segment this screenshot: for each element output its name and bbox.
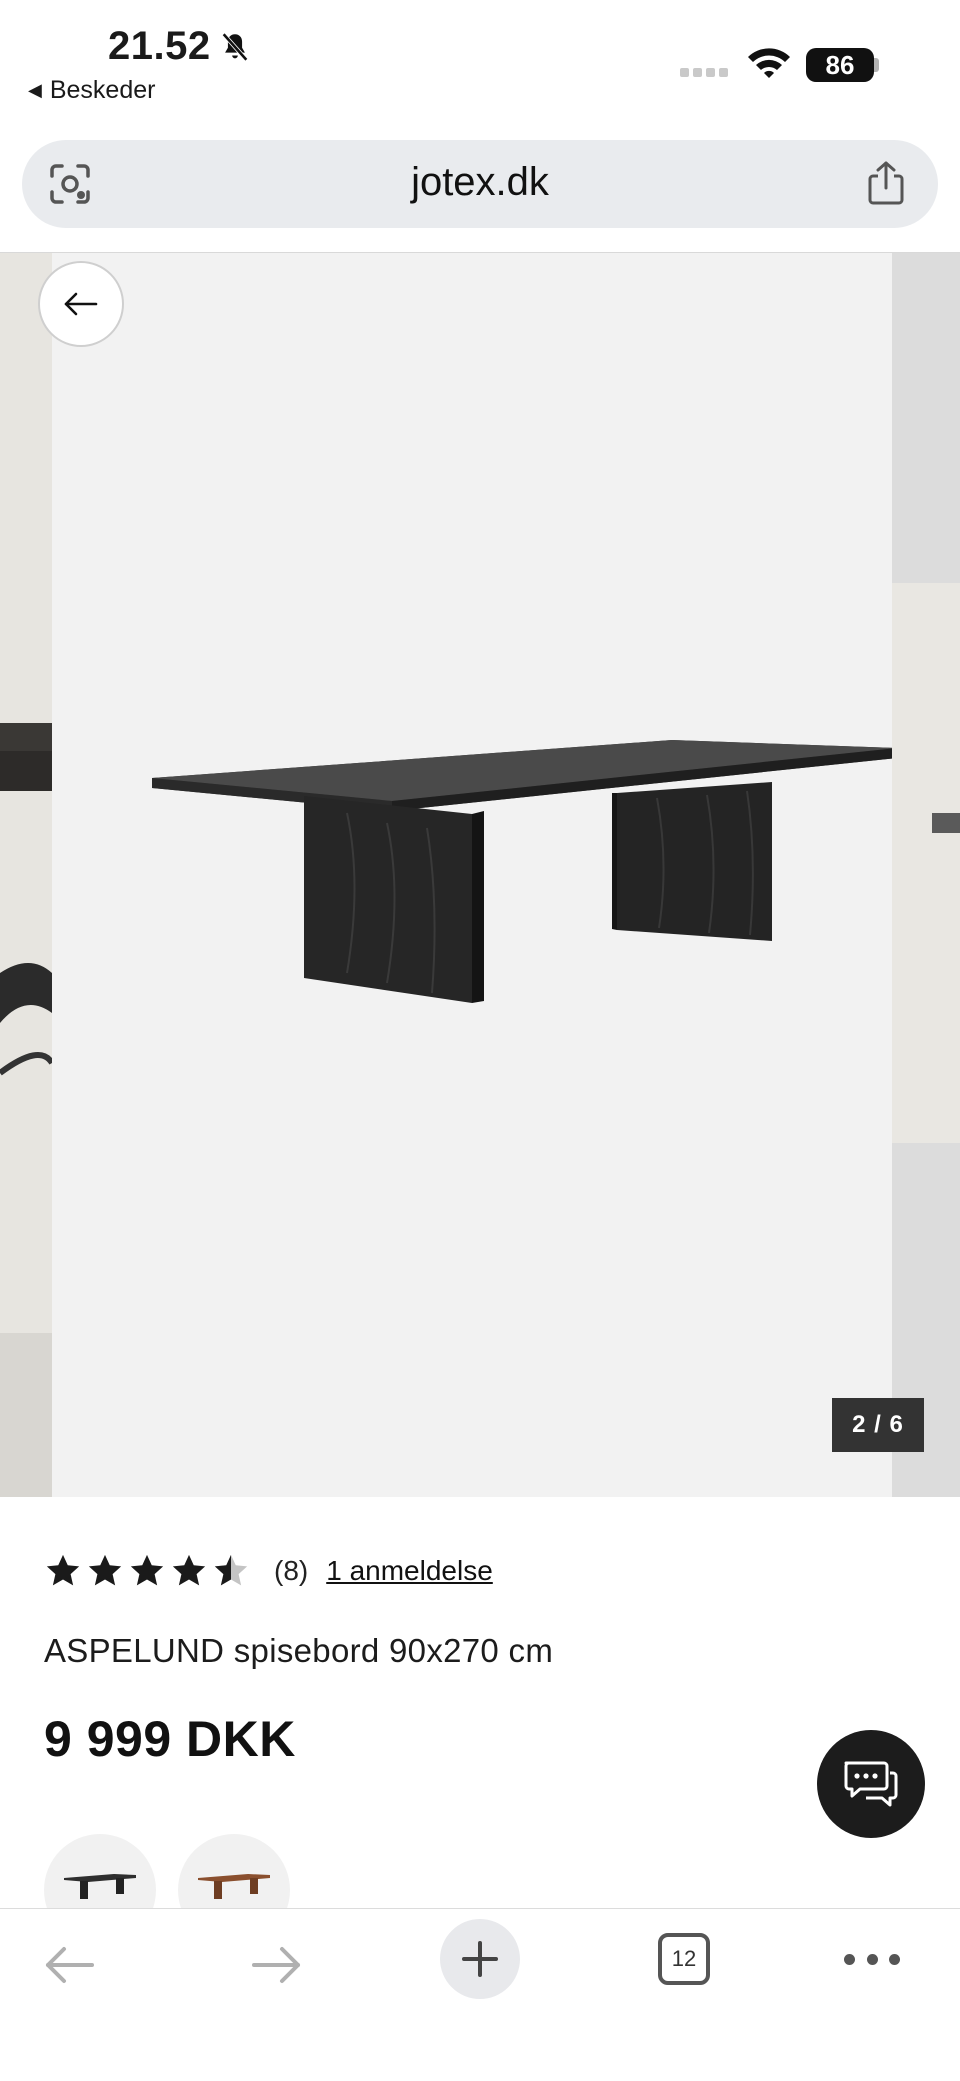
product-name: ASPELUND spisebord 90x270 cm [44, 1632, 554, 1669]
wifi-icon [748, 48, 790, 78]
gallery-back-button[interactable] [38, 261, 124, 347]
browser-forward-icon[interactable] [248, 1937, 304, 1993]
table-image [152, 740, 897, 1003]
more-menu-icon[interactable] [844, 1939, 900, 1979]
arrow-left-icon [64, 292, 98, 316]
chat-button[interactable] [817, 1730, 925, 1838]
battery-icon: 86 [806, 48, 874, 82]
share-icon[interactable] [866, 160, 906, 206]
color-swatches [44, 1834, 644, 1908]
star-full-icon [46, 1554, 80, 1586]
previous-slide-image[interactable] [0, 253, 52, 1497]
black-table-swatch [64, 1874, 136, 1899]
swatch-black[interactable] [44, 1834, 156, 1908]
plus-icon [462, 1941, 498, 1977]
previous-slide-scene [0, 253, 52, 1497]
rating-count: (8) [274, 1555, 309, 1586]
browser-back-icon[interactable] [42, 1937, 98, 1993]
status-bar: 21.52 ◀ Beskeder 86 [0, 0, 960, 120]
star-half-icon [214, 1554, 248, 1586]
star-full-icon [88, 1554, 122, 1586]
product-price: 9 999 DKK [44, 1711, 296, 1767]
star-full-icon [130, 1554, 164, 1586]
rating-row: (8) 1 anmeldelse [44, 1552, 493, 1590]
battery-nub [874, 58, 879, 72]
brown-table-swatch [198, 1874, 270, 1899]
star-full-icon [172, 1554, 206, 1586]
url-text[interactable]: jotex.dk [22, 160, 938, 205]
browser-toolbar: 12 [0, 1908, 960, 2081]
back-app-label: Beskeder [49, 76, 156, 104]
address-bar[interactable]: jotex.dk [22, 140, 938, 228]
tabs-button[interactable]: 12 [658, 1933, 710, 1985]
back-to-app-link[interactable]: ◀ Beskeder [28, 76, 155, 105]
swatch-brown[interactable] [178, 1834, 290, 1908]
new-tab-button[interactable] [440, 1919, 520, 1999]
next-slide-image[interactable] [892, 253, 960, 1497]
reviews-link[interactable]: 1 anmeldelse [326, 1555, 493, 1587]
cellular-signal-icon [680, 68, 728, 77]
product-image-gallery[interactable]: 2 / 6 [0, 253, 960, 1497]
image-counter: 2 / 6 [832, 1398, 924, 1452]
back-triangle-icon: ◀ [28, 80, 42, 100]
chat-icon [844, 1761, 898, 1807]
star-rating [44, 1552, 250, 1590]
status-time: 21.52 [108, 24, 211, 68]
next-slide-scene [892, 253, 960, 1497]
bell-muted-icon [222, 32, 248, 62]
main-product-image[interactable] [52, 253, 897, 1497]
